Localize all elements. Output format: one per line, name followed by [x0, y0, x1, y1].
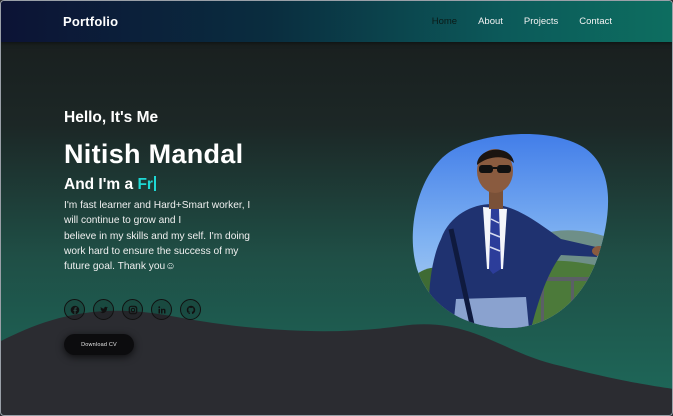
role-prefix: And I'm a — [64, 176, 138, 193]
download-cv-button[interactable]: Download CV — [64, 334, 134, 355]
facebook-icon[interactable] — [64, 299, 85, 320]
logo[interactable]: Portfolio — [63, 14, 118, 29]
social-links — [64, 299, 201, 320]
role-typed: Fr — [137, 176, 153, 193]
bio: I'm fast learner and Hard+Smart worker, … — [64, 198, 279, 274]
greeting: Hello, It's Me — [64, 109, 159, 126]
linkedin-icon[interactable] — [151, 299, 172, 320]
hero-name: Nitish Mandal — [64, 139, 244, 169]
nav-link-home[interactable]: Home — [432, 16, 457, 27]
nav-links: Home About Projects Contact — [411, 16, 612, 27]
nav-link-contact[interactable]: Contact — [579, 16, 612, 27]
role-line: And I'm a Fr — [64, 176, 304, 194]
bio-line: future goal. Thank you☺ — [64, 261, 176, 273]
bio-line: will continue to grow and I — [64, 215, 182, 227]
nav-link-projects[interactable]: Projects — [524, 16, 558, 27]
twitter-icon[interactable] — [93, 299, 114, 320]
bio-line: work hard to ensure the success of my — [64, 245, 239, 257]
bio-line: I'm fast learner and Hard+Smart worker, … — [64, 200, 251, 211]
navbar: Portfolio Home About Projects Contact — [1, 1, 672, 42]
instagram-icon[interactable] — [122, 299, 143, 320]
hero-section: Hello, It's Me Nitish Mandal And I'm a F… — [64, 109, 304, 274]
profile-photo — [412, 134, 609, 329]
page-frame: Portfolio Home About Projects Contact He… — [0, 0, 673, 416]
typing-cursor — [153, 176, 156, 191]
github-icon[interactable] — [180, 299, 201, 320]
bio-line: believe in my skills and my self. I'm do… — [64, 230, 250, 242]
nav-link-about[interactable]: About — [478, 16, 503, 27]
